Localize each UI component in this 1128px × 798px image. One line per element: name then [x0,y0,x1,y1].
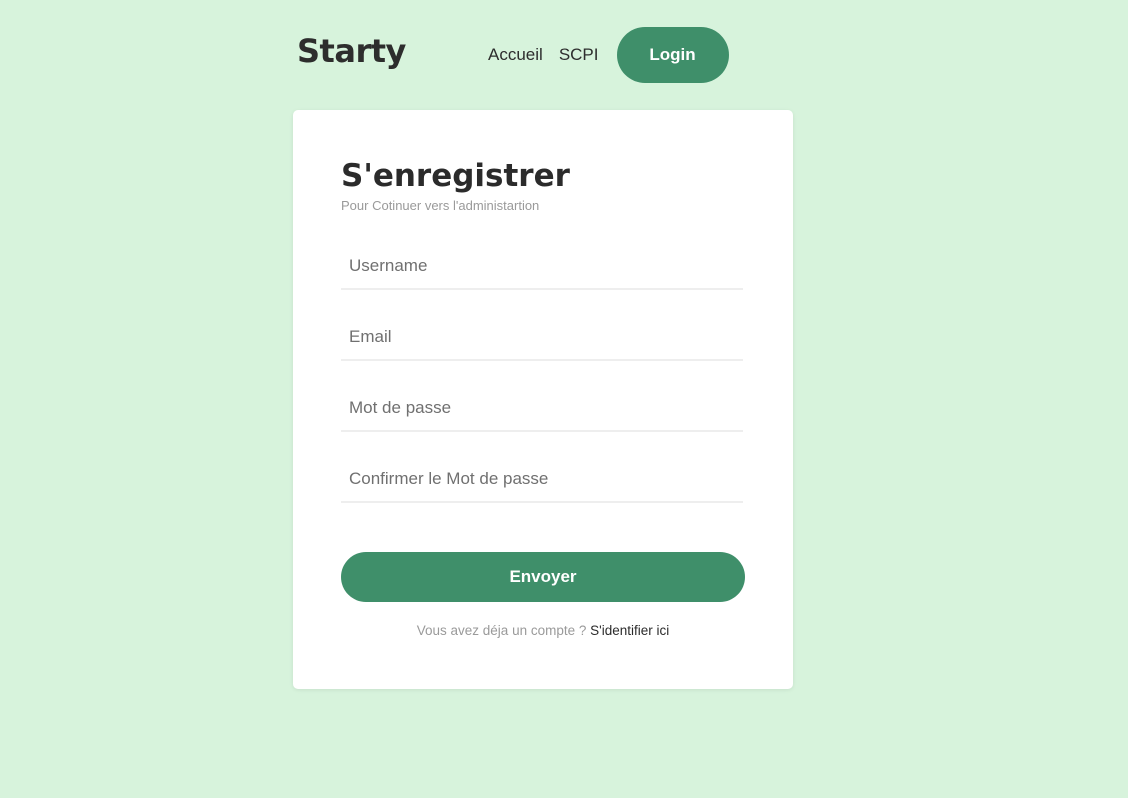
login-link[interactable]: S'identifier ici [590,623,669,638]
nav-link-accueil[interactable]: Accueil [488,27,543,83]
login-prompt: Vous avez déja un compte ? S'identifier … [293,622,793,640]
form-title: S'enregistrer [341,158,570,194]
navbar: Starty Accueil SCPI Login [297,27,733,83]
password-input[interactable] [341,386,743,432]
form-subtitle: Pour Cotinuer vers l'administartion [341,198,540,213]
login-button[interactable]: Login [616,27,729,83]
username-input[interactable] [341,244,743,290]
brand-logo[interactable]: Starty [297,29,406,73]
nav-links: Accueil SCPI Login [488,27,729,83]
register-card: S'enregistrer Pour Cotinuer vers l'admin… [293,110,793,689]
login-prompt-text: Vous avez déja un compte ? [416,623,587,638]
email-input[interactable] [341,315,743,361]
confirm-password-input[interactable] [341,457,743,503]
nav-link-scpi[interactable]: SCPI [559,27,599,83]
submit-button[interactable]: Envoyer [341,552,745,602]
